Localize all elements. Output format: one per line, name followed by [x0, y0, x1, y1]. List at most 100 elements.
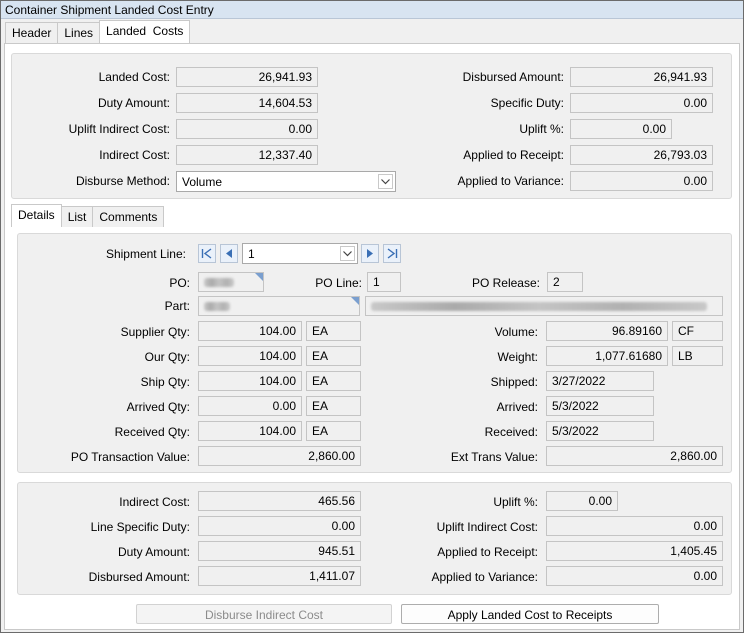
previous-record-button[interactable] [220, 244, 238, 263]
landed-costs-pane: Landed Cost: 26,941.93 Duty Amount: 14,6… [4, 43, 740, 630]
line-indirect-cost-label: Indirect Cost: [119, 495, 190, 509]
duty-amount-field[interactable]: 14,604.53 [176, 93, 318, 113]
disburse-indirect-cost-button[interactable]: Disburse Indirect Cost [136, 604, 392, 624]
line-specific-duty-label: Line Specific Duty: [90, 520, 190, 534]
line-uplift-indirect-cost-label: Uplift Indirect Cost: [436, 520, 538, 534]
shipped-date-field[interactable]: 3/27/2022 [546, 371, 654, 391]
po-field[interactable] [198, 272, 264, 292]
disburse-method-select[interactable]: Volume [176, 171, 396, 192]
supplier-qty-field[interactable]: 104.00 [198, 321, 302, 341]
ext-trans-value-field[interactable]: 2,860.00 [546, 446, 723, 466]
line-applied-to-variance-field[interactable]: 0.00 [546, 566, 723, 586]
first-record-button[interactable] [198, 244, 216, 263]
line-duty-amount-field[interactable]: 945.51 [198, 541, 361, 561]
indirect-cost-label: Indirect Cost: [99, 148, 170, 162]
po-line-label: PO Line: [315, 276, 362, 290]
applied-to-variance-label: Applied to Variance: [457, 174, 564, 188]
tab-header[interactable]: Header [5, 22, 59, 43]
apply-landed-cost-button[interactable]: Apply Landed Cost to Receipts [401, 604, 659, 624]
line-specific-duty-field[interactable]: 0.00 [198, 516, 361, 536]
applied-to-variance-field[interactable]: 0.00 [570, 171, 713, 191]
uplift-indirect-cost-label: Uplift Indirect Cost: [68, 122, 170, 136]
landed-cost-label: Landed Cost: [98, 70, 170, 84]
line-uplift-pct-field[interactable]: 0.00 [546, 491, 618, 511]
po-trans-value-label: PO Transaction Value: [70, 450, 190, 464]
previous-icon [226, 249, 232, 258]
disbursed-amount-label: Disbursed Amount: [462, 70, 564, 84]
ext-trans-value-label: Ext Trans Value: [450, 450, 538, 464]
part-field[interactable] [198, 296, 360, 316]
landed-cost-field[interactable]: 26,941.93 [176, 67, 318, 87]
specific-duty-field[interactable]: 0.00 [570, 93, 713, 113]
supplier-qty-label: Supplier Qty: [120, 325, 190, 339]
chevron-down-icon[interactable] [378, 174, 393, 189]
our-qty-uom[interactable]: EA [306, 346, 361, 366]
tab-lines[interactable]: Lines [57, 22, 101, 43]
next-record-button[interactable] [361, 244, 379, 263]
weight-field[interactable]: 1,077.61680 [546, 346, 668, 366]
tab-comments[interactable]: Comments [92, 206, 165, 227]
line-applied-to-variance-label: Applied to Variance: [431, 570, 538, 584]
last-icon [387, 248, 398, 259]
volume-label: Volume: [494, 325, 538, 339]
uplift-indirect-cost-field[interactable]: 0.00 [176, 119, 318, 139]
tab-list[interactable]: List [60, 206, 94, 227]
supplier-qty-uom[interactable]: EA [306, 321, 361, 341]
po-release-label: PO Release: [471, 276, 540, 290]
weight-label: Weight: [497, 350, 538, 364]
received-qty-uom[interactable]: EA [306, 421, 361, 441]
our-qty-field[interactable]: 104.00 [198, 346, 302, 366]
ship-qty-label: Ship Qty: [140, 375, 190, 389]
po-trans-value-field[interactable]: 2,860.00 [198, 446, 361, 466]
duty-amount-label: Duty Amount: [97, 96, 170, 110]
applied-to-receipt-field[interactable]: 26,793.03 [570, 145, 713, 165]
last-record-button[interactable] [383, 244, 401, 263]
po-line-field[interactable]: 1 [367, 272, 401, 292]
received-date-field[interactable]: 5/3/2022 [546, 421, 654, 441]
ship-qty-uom[interactable]: EA [306, 371, 361, 391]
part-description-field[interactable] [365, 296, 723, 316]
uplift-pct-label: Uplift %: [519, 122, 564, 136]
volume-field[interactable]: 96.89160 [546, 321, 668, 341]
shipment-line-select[interactable]: 1 [242, 243, 358, 264]
line-uplift-indirect-cost-field[interactable]: 0.00 [546, 516, 723, 536]
disbursed-amount-field[interactable]: 26,941.93 [570, 67, 713, 87]
weight-uom[interactable]: LB [672, 346, 723, 366]
sub-tab-strip: Details List Comments [11, 204, 165, 228]
specific-duty-label: Specific Duty: [490, 96, 564, 110]
main-tab-strip: Header Lines Landed Costs [5, 20, 191, 44]
shipment-line-value: 1 [248, 247, 255, 261]
arrived-qty-label: Arrived Qty: [126, 400, 190, 414]
applied-to-receipt-label: Applied to Receipt: [463, 148, 564, 162]
indirect-cost-field[interactable]: 12,337.40 [176, 145, 318, 165]
summary-group: Landed Cost: 26,941.93 Duty Amount: 14,6… [11, 53, 732, 199]
po-label: PO: [169, 276, 190, 290]
tab-landed-costs[interactable]: Landed Costs [99, 20, 191, 43]
uplift-pct-field[interactable]: 0.00 [570, 119, 672, 139]
window-title: Container Shipment Landed Cost Entry [1, 1, 743, 19]
details-group: Shipment Line: 1 PO: PO Line: 1 PO Relea… [17, 233, 732, 473]
arrived-qty-field[interactable]: 0.00 [198, 396, 302, 416]
chevron-down-icon[interactable] [340, 246, 355, 261]
line-duty-amount-label: Duty Amount: [117, 545, 190, 559]
tab-details[interactable]: Details [11, 204, 62, 227]
po-release-field[interactable]: 2 [547, 272, 583, 292]
disburse-method-label: Disburse Method: [75, 174, 170, 188]
line-indirect-cost-field[interactable]: 465.56 [198, 491, 361, 511]
line-disbursed-amount-field[interactable]: 1,411.07 [198, 566, 361, 586]
arrived-qty-uom[interactable]: EA [306, 396, 361, 416]
our-qty-label: Our Qty: [144, 350, 190, 364]
line-costs-group: Indirect Cost: 465.56 Line Specific Duty… [17, 482, 732, 595]
next-icon [367, 249, 373, 258]
received-qty-label: Received Qty: [114, 425, 190, 439]
arrived-date-field[interactable]: 5/3/2022 [546, 396, 654, 416]
disburse-method-value: Volume [182, 175, 223, 189]
line-applied-to-receipt-field[interactable]: 1,405.45 [546, 541, 723, 561]
shipment-line-label: Shipment Line: [105, 247, 186, 261]
line-applied-to-receipt-label: Applied to Receipt: [437, 545, 538, 559]
ship-qty-field[interactable]: 104.00 [198, 371, 302, 391]
received-qty-field[interactable]: 104.00 [198, 421, 302, 441]
volume-uom[interactable]: CF [672, 321, 723, 341]
shipped-label: Shipped: [490, 375, 538, 389]
line-disbursed-amount-label: Disbursed Amount: [88, 570, 190, 584]
